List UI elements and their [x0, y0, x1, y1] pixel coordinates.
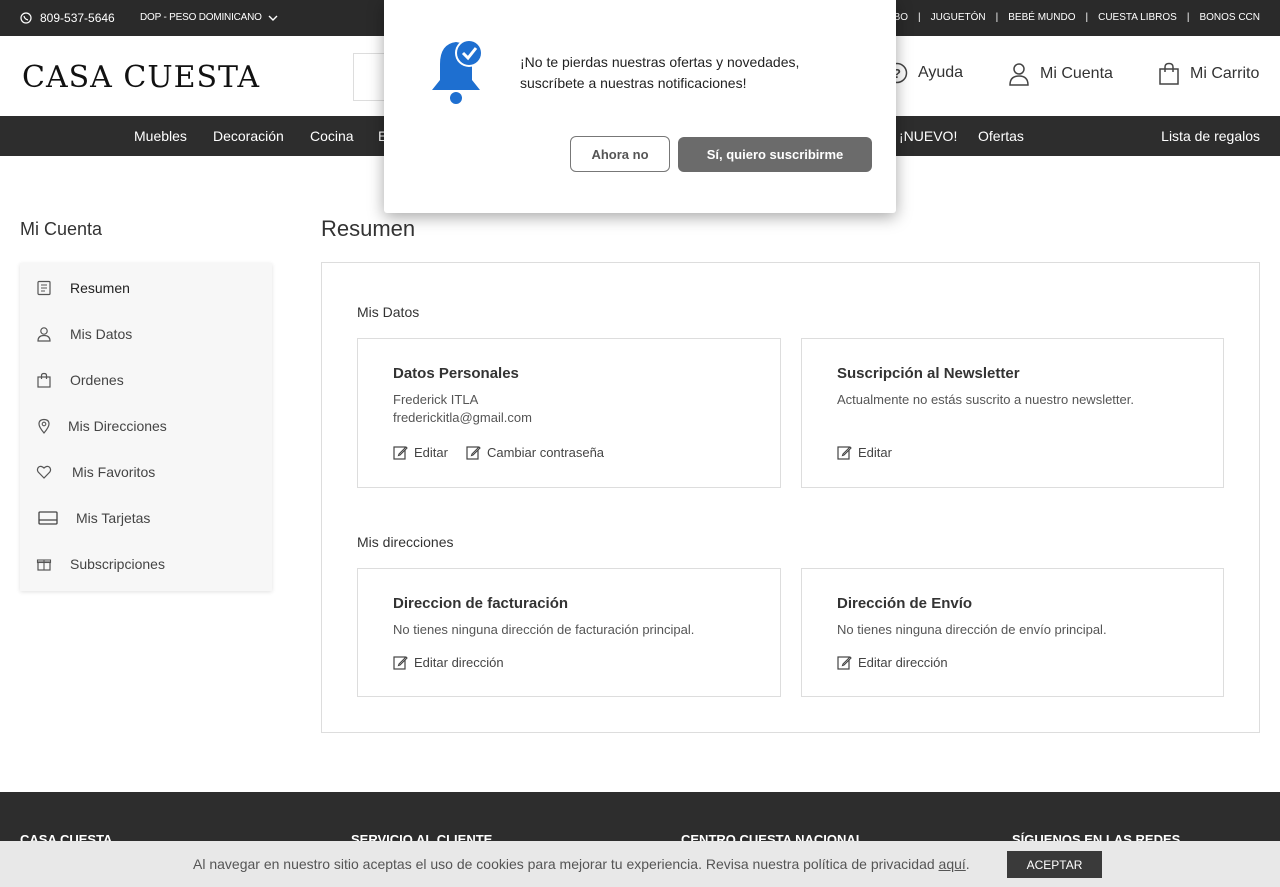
- sidebar-item-ordenes[interactable]: Ordenes: [36, 372, 124, 388]
- shipping-status: No tienes ninguna dirección de envío pri…: [837, 622, 1107, 637]
- newsletter-card: Suscripción al Newsletter Actualmente no…: [801, 338, 1224, 488]
- brand-link[interactable]: BEBÉ MUNDO: [1008, 12, 1075, 23]
- change-password-button[interactable]: Cambiar contraseña: [466, 445, 604, 460]
- phone-link[interactable]: 809-537-5646: [20, 11, 115, 25]
- edit-address-label: Editar dirección: [858, 655, 948, 670]
- summary-panel: Mis Datos Datos Personales Frederick ITL…: [321, 262, 1260, 733]
- privacy-link[interactable]: aquí: [939, 856, 966, 872]
- bell-icon: [432, 39, 483, 104]
- sidebar-item-label: Subscripciones: [70, 556, 165, 572]
- bag-icon: [37, 372, 51, 388]
- sidebar-item-subscripciones[interactable]: Subscripciones: [36, 556, 165, 572]
- card-title: Dirección de Envío: [837, 595, 973, 612]
- edit-icon: [393, 656, 408, 670]
- personal-data-card: Datos Personales Frederick ITLA frederic…: [357, 338, 781, 488]
- card-title: Datos Personales: [393, 365, 519, 382]
- accept-cookies-button[interactable]: ACEPTAR: [1007, 851, 1102, 878]
- customer-email: frederickitla@gmail.com: [393, 410, 532, 425]
- phone-number: 809-537-5646: [40, 11, 115, 25]
- not-now-button[interactable]: Ahora no: [570, 136, 670, 172]
- customer-name: Frederick ITLA: [393, 392, 479, 407]
- cart-bag-icon: [1159, 62, 1179, 85]
- sidebar-item-mis-direcciones[interactable]: Mis Direcciones: [36, 418, 167, 434]
- notification-popup: ¡No te pierdas nuestras ofertas y noveda…: [384, 0, 896, 213]
- billing-status: No tienes ninguna dirección de facturaci…: [393, 622, 695, 637]
- edit-shipping-address-button[interactable]: Editar dirección: [837, 655, 948, 670]
- nav-item-decoracion[interactable]: Decoración: [213, 128, 284, 144]
- user-icon: [1009, 63, 1029, 86]
- cart-link[interactable]: Mi Carrito: [1158, 62, 1259, 86]
- newsletter-status: Actualmente no estás suscrito a nuestro …: [837, 392, 1134, 407]
- heart-icon: [36, 465, 52, 479]
- card-icon: [38, 511, 58, 525]
- edit-billing-address-button[interactable]: Editar dirección: [393, 655, 504, 670]
- card-title: Direccion de facturación: [393, 595, 569, 612]
- popup-message: ¡No te pierdas nuestras ofertas y noveda…: [520, 54, 800, 91]
- page-title: Resumen: [321, 216, 416, 241]
- sidebar-item-label: Mis Favoritos: [72, 464, 156, 480]
- edit-address-label: Editar dirección: [414, 655, 504, 670]
- cookie-message: Al navegar en nuestro sitio aceptas el u…: [193, 856, 970, 872]
- gift-list-link[interactable]: Lista de regalos: [1161, 128, 1260, 144]
- nav-item-cocina[interactable]: Cocina: [310, 128, 354, 144]
- sidebar-item-label: Mis Tarjetas: [76, 510, 151, 526]
- cookie-text: Al navegar en nuestro sitio aceptas el u…: [193, 856, 939, 872]
- sidebar-item-label: Mis Datos: [70, 326, 133, 342]
- sidebar-item-resumen[interactable]: Resumen: [36, 280, 130, 296]
- sidebar-item-mis-tarjetas[interactable]: Mis Tarjetas: [38, 510, 150, 526]
- sidebar-item-label: Mis Direcciones: [68, 418, 167, 434]
- brand-link[interactable]: BONOS CCN: [1199, 12, 1260, 23]
- user-icon: [37, 327, 51, 342]
- brand-link[interactable]: JUGUETÓN: [931, 12, 986, 23]
- currency-label: DOP - PESO DOMINICANO: [140, 12, 262, 23]
- edit-icon: [393, 446, 408, 460]
- change-password-label: Cambiar contraseña: [486, 445, 605, 460]
- location-pin-icon: [38, 418, 50, 434]
- chevron-down-icon: [268, 15, 278, 21]
- nav-item-nuevo[interactable]: ¡NUEVO!: [899, 128, 957, 144]
- brand-links: MBO | JUGUETÓN | BEBÉ MUNDO | CUESTA LIBROS…: [885, 12, 1260, 23]
- edit-label: Editar: [858, 445, 892, 460]
- sidebar-item-mis-datos[interactable]: Mis Datos: [36, 326, 132, 342]
- subscribe-button[interactable]: Sí, quiero suscribirme: [678, 137, 872, 172]
- nav-item-muebles[interactable]: Muebles: [134, 128, 187, 144]
- edit-newsletter-button[interactable]: Editar: [837, 445, 892, 460]
- help-link[interactable]: ? Ayuda: [886, 62, 963, 84]
- help-label: Ayuda: [918, 64, 964, 81]
- account-link[interactable]: Mi Cuenta: [1008, 62, 1113, 86]
- brand-link[interactable]: CUESTA LIBROS: [1098, 12, 1177, 23]
- edit-personal-button[interactable]: Editar: [393, 445, 448, 460]
- sidebar-title: Mi Cuenta: [20, 219, 103, 239]
- currency-selector[interactable]: DOP - PESO DOMINICANO: [140, 12, 278, 23]
- sidebar-item-mis-favoritos[interactable]: Mis Favoritos: [36, 464, 155, 480]
- edit-label: Editar: [414, 445, 448, 460]
- logo[interactable]: CASA CUESTA: [22, 60, 260, 95]
- document-icon: [37, 280, 51, 296]
- billing-address-card: Direccion de facturación No tienes ningu…: [357, 568, 781, 697]
- edit-icon: [837, 446, 852, 460]
- section-title-mis-direcciones: Mis direcciones: [357, 534, 454, 550]
- sidebar-item-label: Resumen: [70, 280, 130, 296]
- nav-item-ofertas[interactable]: Ofertas: [978, 128, 1024, 144]
- gift-icon: [36, 559, 52, 571]
- section-title-mis-datos: Mis Datos: [357, 304, 420, 320]
- edit-icon: [837, 656, 852, 670]
- shipping-address-card: Dirección de Envío No tienes ninguna dir…: [801, 568, 1224, 697]
- cart-label: Mi Carrito: [1190, 65, 1260, 82]
- cookie-banner: Al navegar en nuestro sitio aceptas el u…: [0, 841, 1280, 887]
- cookie-text-end: .: [965, 856, 970, 872]
- whatsapp-icon: [20, 12, 32, 24]
- sidebar-item-label: Ordenes: [70, 372, 124, 388]
- card-title: Suscripción al Newsletter: [837, 365, 1020, 382]
- account-sidebar: Resumen Mis Datos Ordenes Mis Direccione…: [20, 263, 272, 591]
- edit-icon: [466, 446, 481, 460]
- account-label: Mi Cuenta: [1040, 65, 1113, 82]
